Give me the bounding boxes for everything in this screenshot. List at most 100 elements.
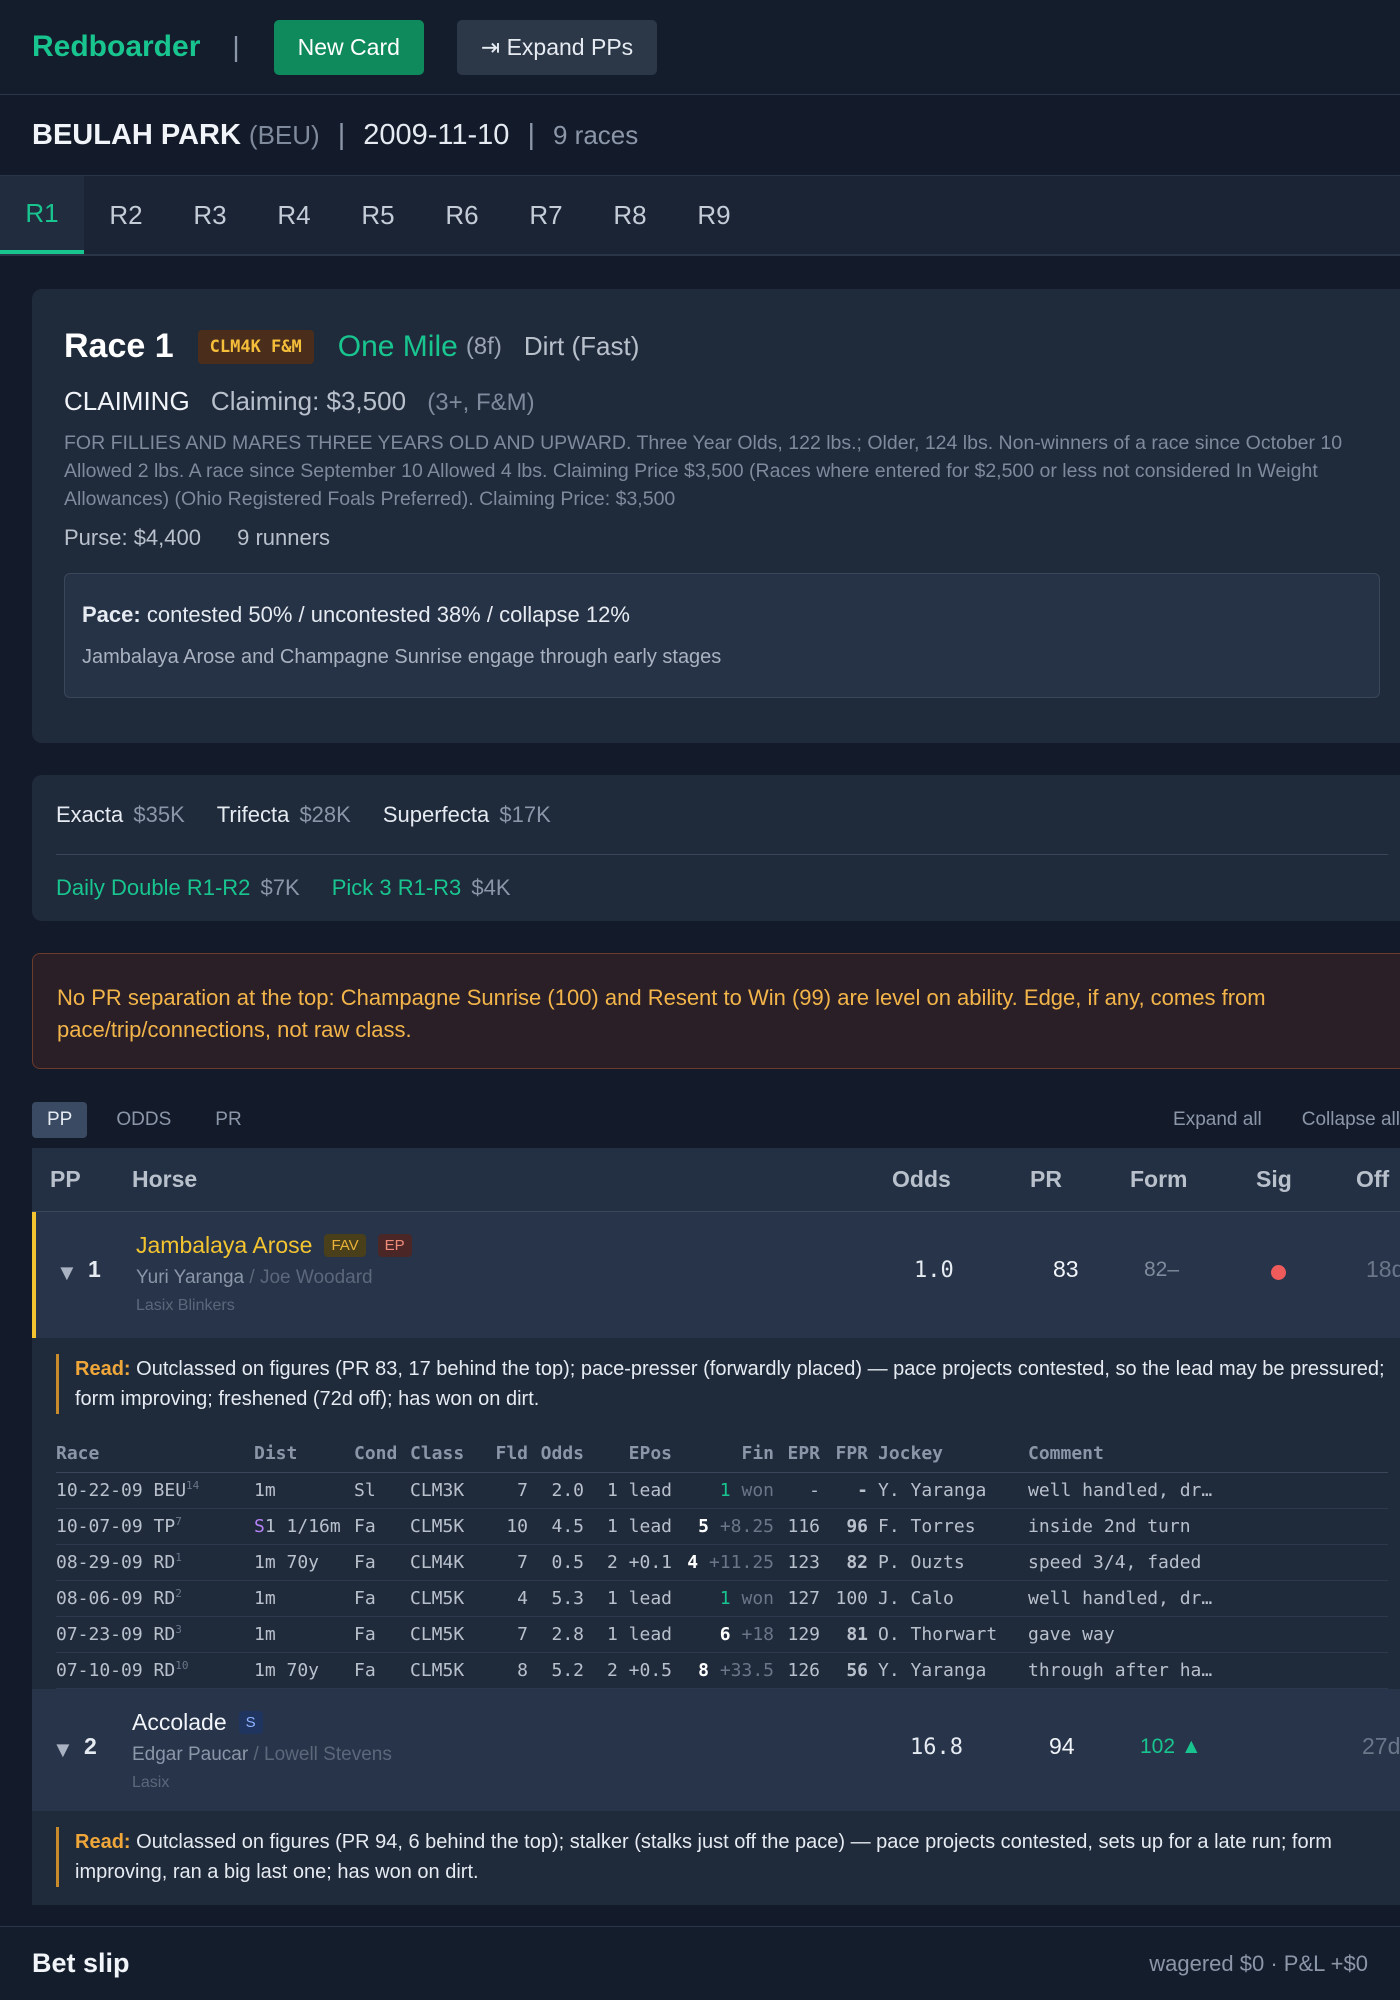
pp-fin: 5 +8.25	[682, 1508, 784, 1545]
pr-separation-alert: No PR separation at the top: Champagne S…	[32, 953, 1400, 1069]
pp-jockey: P. Ouzts	[878, 1544, 1028, 1581]
race-class-badge: CLM4K F&M	[197, 329, 314, 364]
collapse-all-link[interactable]: Collapse all	[1302, 1109, 1400, 1131]
pp-jockey: Y. Yaranga	[878, 1652, 1028, 1689]
tab-r1[interactable]: R1	[0, 176, 84, 254]
expand-pps-button[interactable]: ⇥ Expand PPs	[456, 19, 658, 75]
horse-name[interactable]: Accolade	[132, 1709, 227, 1736]
pp-epr: 126	[784, 1652, 830, 1689]
sort-pr-button[interactable]: PR	[200, 1102, 256, 1138]
age-restriction: (3+, F&M)	[427, 389, 535, 416]
header-horse[interactable]: Horse	[132, 1166, 197, 1193]
trend-up-icon: ▲	[1180, 1734, 1202, 1758]
pace-value: contested 50% / uncontested 38% / collap…	[146, 602, 630, 627]
horse-read: Read: Outclassed on figures (PR 83, 17 b…	[56, 1354, 1388, 1414]
exotic-daily-double[interactable]: Daily Double R1-R2 $7K	[56, 875, 300, 901]
collapse-caret-icon[interactable]: ▼	[56, 1260, 78, 1286]
header-sig[interactable]: Sig	[1256, 1166, 1292, 1193]
exotic-pick3[interactable]: Pick 3 R1-R3 $4K	[332, 875, 511, 901]
tab-r8[interactable]: R8	[588, 176, 672, 254]
divider: |	[527, 118, 535, 151]
tab-r6[interactable]: R6	[420, 176, 504, 254]
bet-slip-bar[interactable]: Bet slip wagered $0 · P&L +$0	[0, 1926, 1400, 2000]
pp-col-fin: Fin	[682, 1436, 784, 1473]
pp-col-odds: Odds	[538, 1436, 594, 1473]
expand-all-link[interactable]: Expand all	[1173, 1109, 1262, 1131]
pp-race: 08-06-09 RD2	[56, 1580, 254, 1617]
signal-dot-icon	[1271, 1265, 1286, 1280]
days-off: 18d	[1366, 1256, 1400, 1282]
pp-comment: well handled, dr…	[1028, 1580, 1388, 1617]
pp-jockey: O. Thorwart	[878, 1616, 1028, 1653]
pp-cond: Fa	[354, 1652, 410, 1689]
pp-comment: gave way	[1028, 1616, 1388, 1653]
medication-equipment: Lasix	[132, 1773, 170, 1791]
pp-odds: 4.5	[538, 1508, 594, 1545]
pp-dist: 1m 70y	[254, 1652, 354, 1689]
pp-field: 8	[486, 1652, 538, 1689]
pp-dist: 1m	[254, 1472, 354, 1509]
form-value: 102 ▲	[1140, 1734, 1202, 1758]
pp-epos: 1 lead	[594, 1616, 682, 1653]
read-text: Outclassed on figures (PR 83, 17 behind …	[75, 1358, 1385, 1410]
race-title: Race 1	[64, 327, 174, 365]
pp-fin: 1 won	[682, 1580, 784, 1617]
pp-comment: through after ha…	[1028, 1652, 1388, 1689]
header-off[interactable]: Off	[1356, 1166, 1389, 1193]
claiming-price: Claiming: $3,500	[210, 386, 407, 416]
pp-odds: 2.8	[538, 1616, 594, 1653]
sort-pp-button[interactable]: PP	[32, 1102, 88, 1138]
surface-marker: S	[254, 1515, 265, 1537]
exotic-trifecta: Trifecta $28K	[216, 801, 351, 827]
pp-col-fpr: FPR	[830, 1436, 878, 1473]
header-pr[interactable]: PR	[1030, 1166, 1062, 1193]
pp-dist: 1m 70y	[254, 1544, 354, 1581]
pp-epos: 1 lead	[594, 1508, 682, 1545]
pp-epr: 123	[784, 1544, 830, 1581]
horse-name[interactable]: Jambalaya Arose	[136, 1232, 312, 1259]
pp-odds: 0.5	[538, 1544, 594, 1581]
tab-r5[interactable]: R5	[336, 176, 420, 254]
pp-dist: S1 1/16m	[254, 1508, 354, 1545]
run-style-badge: EP	[377, 1234, 412, 1257]
tab-r3[interactable]: R3	[168, 176, 252, 254]
tab-r7[interactable]: R7	[504, 176, 588, 254]
pp-col-cond: Cond	[354, 1436, 410, 1473]
pp-cond: Fa	[354, 1544, 410, 1581]
horse-row[interactable]: ▼ 2 Accolade S Edgar Paucar / Lowell Ste…	[32, 1688, 1400, 1811]
pp-col-jockey: Jockey	[878, 1436, 1028, 1473]
trainer-name: / Lowell Stevens	[253, 1743, 392, 1765]
tab-r4[interactable]: R4	[252, 176, 336, 254]
days-off: 27d	[1362, 1732, 1400, 1759]
header-form[interactable]: Form	[1130, 1166, 1188, 1193]
pp-odds: 5.2	[538, 1652, 594, 1689]
sort-odds-button[interactable]: ODDS	[101, 1102, 186, 1138]
tab-r2[interactable]: R2	[84, 176, 168, 254]
pp-cond: Sl	[354, 1472, 410, 1509]
header-pp[interactable]: PP	[50, 1166, 81, 1193]
pp-odds: 2.0	[538, 1472, 594, 1509]
brand-logo[interactable]: Redboarder	[32, 30, 200, 64]
pp-fin: 4 +11.25	[682, 1544, 784, 1581]
pp-fpr: 96	[830, 1508, 878, 1545]
pp-row: 08-29-09 RD1 1m 70y Fa CLM4K 7 0.5 2 +0.1 4 +11…	[56, 1544, 1388, 1581]
pace-label: Pace:	[82, 602, 141, 627]
pp-field: 7	[486, 1472, 538, 1509]
horse-name-line: Jambalaya Arose FAV EP	[136, 1232, 412, 1259]
horse-detail: Read: Outclassed on figures (PR 94, 6 be…	[32, 1810, 1400, 1905]
pp-comment: well handled, dr…	[1028, 1472, 1388, 1509]
header-odds[interactable]: Odds	[892, 1166, 951, 1193]
pp-row: 07-10-09 RD10 1m 70y Fa CLM5K 8 5.2 2 +0.5 8 +3…	[56, 1652, 1388, 1689]
bet-slip-title[interactable]: Bet slip	[32, 1948, 130, 1979]
runner-count: 9 runners	[237, 525, 331, 550]
horse-row[interactable]: ▼ 1 Jambalaya Arose FAV EP Yuri Yaranga …	[32, 1212, 1400, 1338]
pp-col-epr: EPR	[784, 1436, 830, 1473]
pp-col-fld: Fld	[486, 1436, 538, 1473]
pp-epr: 127	[784, 1580, 830, 1617]
new-card-button[interactable]: New Card	[273, 19, 424, 75]
pp-dist: 1m	[254, 1616, 354, 1653]
pp-class: CLM3K	[410, 1472, 486, 1509]
tab-r9[interactable]: R9	[672, 176, 756, 254]
purse-line: Purse: $4,400 9 runners	[64, 525, 1380, 551]
collapse-caret-icon[interactable]: ▼	[52, 1737, 74, 1763]
